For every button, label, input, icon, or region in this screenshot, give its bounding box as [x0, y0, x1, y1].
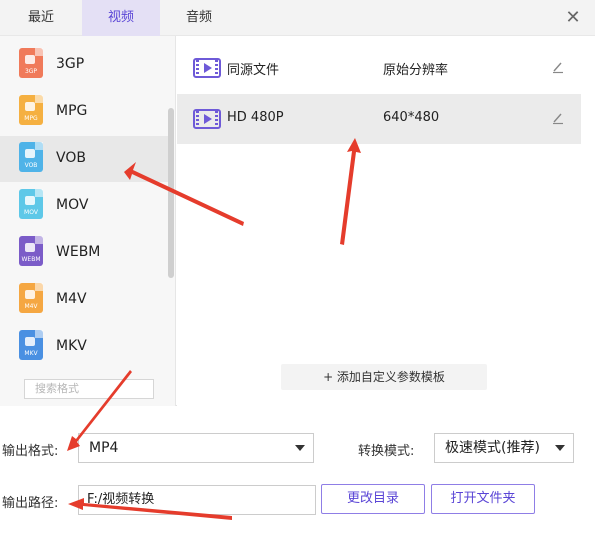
- format-item-webm[interactable]: WEBM WEBM: [0, 230, 168, 276]
- chevron-down-icon: [555, 445, 565, 451]
- output-path-input[interactable]: F:/视频转换: [78, 485, 316, 515]
- format-item-mkv[interactable]: MKV MKV: [0, 324, 168, 370]
- tab-audio[interactable]: 音频: [170, 0, 228, 36]
- 3gp-file-icon: 3GP: [19, 48, 43, 78]
- format-label: WEBM: [56, 244, 101, 260]
- mkv-file-icon: MKV: [19, 330, 43, 360]
- video-icon: [193, 58, 221, 78]
- format-list-scrollbar[interactable]: [168, 108, 174, 278]
- preset-list: 同源文件 原始分辨率 HD 480P 640*480 + 添加自定义参数模板: [177, 36, 595, 406]
- preset-resolution: 640*480: [383, 110, 440, 125]
- tab-recent[interactable]: 最近: [12, 0, 70, 36]
- tab-bar: 最近 视频 音频 ✕: [0, 0, 595, 36]
- format-label: MPG: [56, 103, 88, 119]
- format-item-mov[interactable]: MOV MOV: [0, 183, 168, 229]
- output-format-value: MP4: [89, 440, 119, 456]
- convert-mode-select[interactable]: 极速模式(推荐): [434, 433, 574, 463]
- preset-row-source[interactable]: 同源文件 原始分辨率: [177, 43, 581, 93]
- m4v-file-icon: M4V: [19, 283, 43, 313]
- close-icon[interactable]: ✕: [563, 8, 583, 28]
- format-label: 3GP: [56, 56, 85, 72]
- open-folder-button[interactable]: 打开文件夹: [431, 484, 535, 514]
- output-path-label: 输出路径:: [2, 496, 59, 511]
- format-search-input[interactable]: 搜索格式: [24, 379, 154, 399]
- format-label: MOV: [56, 197, 89, 213]
- tab-video[interactable]: 视频: [82, 0, 160, 36]
- format-label: M4V: [56, 291, 87, 307]
- format-item-mpg[interactable]: MPG MPG: [0, 89, 168, 135]
- webm-file-icon: WEBM: [19, 236, 43, 266]
- mov-file-icon: MOV: [19, 189, 43, 219]
- convert-mode-value: 极速模式(推荐): [445, 440, 540, 456]
- format-item-vob[interactable]: VOB VOB: [0, 136, 168, 182]
- format-item-3gp[interactable]: 3GP 3GP: [0, 42, 168, 88]
- add-custom-preset-button[interactable]: + 添加自定义参数模板: [281, 364, 487, 390]
- chevron-down-icon: [295, 445, 305, 451]
- preset-row-hd480[interactable]: HD 480P 640*480: [177, 94, 581, 144]
- format-label: MKV: [56, 338, 87, 354]
- format-item-m4v[interactable]: M4V M4V: [0, 277, 168, 323]
- convert-mode-label: 转换模式:: [358, 444, 415, 459]
- converter-window: 最近 视频 音频 ✕ 3GP 3GP MPG MPG VOB VOB MOV M…: [0, 0, 595, 536]
- preset-name: HD 480P: [227, 110, 284, 125]
- format-list: 3GP 3GP MPG MPG VOB VOB MOV MOV WEBM WEB…: [0, 36, 176, 406]
- vob-file-icon: VOB: [19, 142, 43, 172]
- change-directory-button[interactable]: 更改目录: [321, 484, 425, 514]
- video-icon: [193, 109, 221, 129]
- edit-icon[interactable]: [551, 111, 565, 125]
- format-label: VOB: [56, 150, 86, 166]
- preset-resolution: 原始分辨率: [383, 63, 449, 78]
- preset-name: 同源文件: [227, 63, 280, 78]
- edit-icon[interactable]: [551, 60, 565, 74]
- output-format-select[interactable]: MP4: [78, 433, 314, 463]
- output-format-label: 输出格式:: [2, 444, 59, 459]
- format-popup: 最近 视频 音频 ✕ 3GP 3GP MPG MPG VOB VOB MOV M…: [0, 0, 595, 406]
- mpg-file-icon: MPG: [19, 95, 43, 125]
